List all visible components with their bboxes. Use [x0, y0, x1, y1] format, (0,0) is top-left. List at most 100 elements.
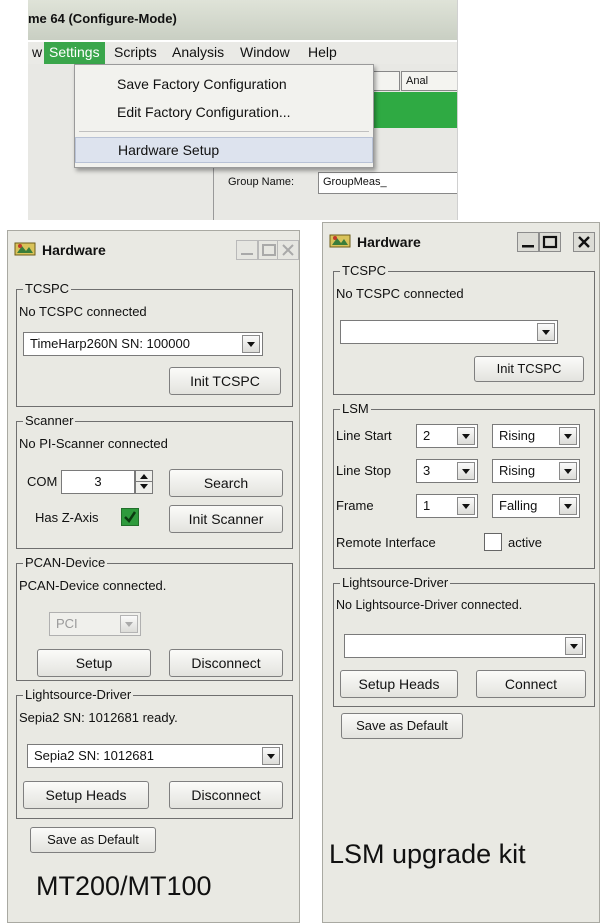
search-button[interactable]: Search: [169, 469, 283, 497]
scanner-status: No PI-Scanner connected: [19, 436, 168, 451]
init-tcspc-button[interactable]: Init TCSPC: [474, 356, 584, 382]
lsm-group: LSM Line Start 2 Rising Line Stop 3 Risi…: [333, 401, 595, 569]
menu-help[interactable]: Help: [308, 44, 337, 60]
remote-interface-checkbox[interactable]: [484, 533, 502, 551]
menu-scripts[interactable]: Scripts: [114, 44, 157, 60]
menu-item-save-factory-configuration[interactable]: Save Factory Configuration: [75, 73, 373, 97]
minimize-icon[interactable]: [236, 240, 258, 260]
setup-heads-button[interactable]: Setup Heads: [23, 781, 149, 809]
dropdown-arrow-icon[interactable]: [537, 323, 555, 341]
dropdown-arrow-icon[interactable]: [262, 747, 280, 765]
line-stop-label: Line Stop: [336, 463, 391, 478]
menu-settings[interactable]: Settings: [44, 42, 105, 64]
remote-interface-label: Remote Interface: [336, 535, 436, 550]
hardware-window-lsm: Hardware TCSPC No TCSPC connected Init T…: [322, 222, 600, 923]
pcan-status: PCAN-Device connected.: [19, 578, 167, 593]
line-start-label: Line Start: [336, 428, 392, 443]
menu-separator: [79, 131, 369, 132]
line-stop-edge-select[interactable]: Rising: [492, 459, 580, 483]
line-start-edge-select[interactable]: Rising: [492, 424, 580, 448]
hardware-app-icon: [329, 234, 351, 248]
spin-down-icon[interactable]: [136, 482, 152, 493]
scanner-legend: Scanner: [23, 413, 76, 428]
minimize-icon[interactable]: [517, 232, 539, 252]
pcan-type-value: PCI: [56, 616, 78, 631]
menu-window[interactable]: Window: [240, 44, 290, 60]
pcan-setup-button[interactable]: Setup: [37, 649, 151, 677]
save-as-default-button[interactable]: Save as Default: [341, 713, 463, 739]
configure-mode-screenshot: me 64 (Configure-Mode) w Settings Script…: [28, 0, 458, 220]
tcspc-status: No TCSPC connected: [336, 286, 464, 301]
lightsource-device-select[interactable]: Sepia2 SN: 1012681: [27, 744, 283, 768]
dropdown-arrow-icon[interactable]: [457, 427, 475, 445]
lightsource-legend: Lightsource-Driver: [340, 575, 451, 590]
hardware-window-mt200: Hardware TCSPC No TCSPC connected TimeHa…: [7, 230, 300, 923]
dropdown-arrow-icon[interactable]: [559, 462, 577, 480]
lightsource-disconnect-button[interactable]: Disconnect: [169, 781, 283, 809]
window-title: Hardware: [42, 242, 106, 258]
dropdown-arrow-icon[interactable]: [559, 427, 577, 445]
com-label: COM: [27, 474, 58, 489]
lightsource-legend: Lightsource-Driver: [23, 687, 134, 702]
pcan-disconnect-button[interactable]: Disconnect: [169, 649, 283, 677]
com-port-input[interactable]: 3: [61, 470, 135, 494]
dropdown-arrow-icon[interactable]: [457, 462, 475, 480]
tcspc-device-select[interactable]: [340, 320, 558, 344]
spin-up-icon[interactable]: [136, 471, 152, 482]
pcan-device-group: PCAN-Device PCAN-Device connected. PCI S…: [16, 555, 293, 681]
init-tcspc-button[interactable]: Init TCSPC: [169, 367, 281, 395]
dropdown-arrow-icon[interactable]: [565, 637, 583, 655]
tab-analysis[interactable]: Anal: [401, 71, 457, 91]
tcspc-status: No TCSPC connected: [19, 304, 147, 319]
settings-dropdown-menu: Save Factory Configuration Edit Factory …: [74, 64, 374, 168]
lightsource-status: Sepia2 SN: 1012681 ready.: [19, 710, 178, 725]
frame-edge-value: Falling: [499, 498, 538, 513]
frame-label: Frame: [336, 498, 374, 513]
lightsource-device-select[interactable]: [344, 634, 586, 658]
dropdown-arrow-icon[interactable]: [457, 497, 475, 515]
menu-analysis[interactable]: Analysis: [172, 44, 224, 60]
app-title: me 64 (Configure-Mode): [28, 11, 177, 26]
connect-button[interactable]: Connect: [476, 670, 586, 698]
tcspc-legend: TCSPC: [23, 281, 72, 296]
app-title-bar: me 64 (Configure-Mode): [28, 0, 457, 40]
menu-bar: w Settings Scripts Analysis Window Help: [28, 42, 457, 64]
menu-view[interactable]: w: [32, 44, 42, 60]
line-stop-select[interactable]: 3: [416, 459, 478, 483]
tcspc-group: TCSPC No TCSPC connected TimeHarp260N SN…: [16, 281, 293, 407]
init-scanner-button[interactable]: Init Scanner: [169, 505, 283, 533]
z-axis-checkbox[interactable]: [121, 508, 139, 526]
maximize-icon[interactable]: [539, 232, 561, 252]
close-icon[interactable]: [277, 240, 299, 260]
tcspc-legend: TCSPC: [340, 263, 389, 278]
hardware-app-icon: [14, 242, 36, 256]
line-start-select[interactable]: 2: [416, 424, 478, 448]
tcspc-device-select[interactable]: TimeHarp260N SN: 100000: [23, 332, 263, 356]
lightsource-driver-group: Lightsource-Driver Sepia2 SN: 1012681 re…: [16, 687, 293, 819]
dropdown-arrow-icon[interactable]: [559, 497, 577, 515]
pcan-type-select: PCI: [49, 612, 141, 636]
active-label: active: [508, 535, 542, 550]
spinner-icon[interactable]: [135, 470, 153, 494]
checkmark-icon: [124, 511, 137, 523]
dropdown-arrow-icon[interactable]: [242, 335, 260, 353]
lightsource-status: No Lightsource-Driver connected.: [336, 598, 523, 612]
group-name-label: Group Name:: [228, 176, 295, 188]
menu-item-edit-factory-configuration[interactable]: Edit Factory Configuration...: [75, 101, 373, 125]
group-name-input[interactable]: GroupMeas_: [318, 172, 457, 194]
tcspc-device-value: TimeHarp260N SN: 100000: [30, 336, 190, 351]
close-icon[interactable]: [573, 232, 595, 252]
menu-item-hardware-setup[interactable]: Hardware Setup: [75, 137, 373, 163]
setup-heads-button[interactable]: Setup Heads: [340, 670, 458, 698]
pcan-legend: PCAN-Device: [23, 555, 108, 570]
save-as-default-button[interactable]: Save as Default: [30, 827, 156, 853]
window-title: Hardware: [357, 234, 421, 250]
line-stop-value: 3: [423, 463, 431, 478]
scanner-group: Scanner No PI-Scanner connected COM 3 Se…: [16, 413, 293, 549]
frame-select[interactable]: 1: [416, 494, 478, 518]
frame-edge-select[interactable]: Falling: [492, 494, 580, 518]
caption-lsm-upgrade-kit: LSM upgrade kit: [329, 839, 526, 869]
window-title-bar: Hardware: [8, 231, 299, 265]
panel-divider: [213, 160, 214, 220]
window-title-bar: Hardware: [323, 223, 599, 257]
